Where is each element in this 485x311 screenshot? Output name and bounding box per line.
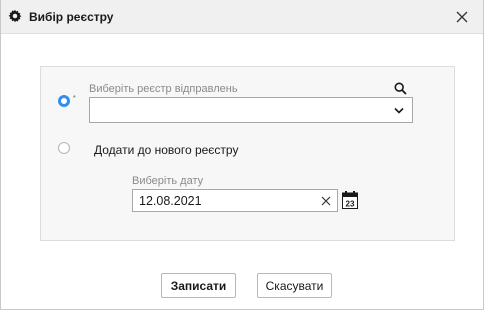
date-field-label: Виберіть дату <box>132 175 204 187</box>
new-registry-label[interactable]: Додати до нового реєстру <box>94 143 238 157</box>
date-value: 12.08.2021 <box>139 194 202 208</box>
search-icon[interactable] <box>394 82 407 95</box>
dialog-title: Вибір реєстру <box>29 10 114 24</box>
close-icon[interactable] <box>455 10 469 24</box>
date-input[interactable]: 12.08.2021 <box>132 189 338 212</box>
title-bar: Вибір реєстру <box>1 0 483 34</box>
registry-dialog: Вибір реєстру * Виберіть реєстр відправл… <box>0 0 484 310</box>
existing-registry-radio[interactable] <box>58 95 70 107</box>
new-registry-radio[interactable] <box>58 142 70 154</box>
save-button[interactable]: Записати <box>161 273 236 298</box>
close-icon[interactable] <box>321 196 331 206</box>
registry-select[interactable] <box>89 97 413 123</box>
cancel-button[interactable]: Скасувати <box>257 273 332 298</box>
registry-field-label: Виберіть реєстр відправлень <box>89 83 238 95</box>
calendar-day: 23 <box>346 200 355 209</box>
chevron-down-icon <box>394 107 404 114</box>
required-mark: * <box>73 95 76 102</box>
gear-icon <box>8 9 22 23</box>
calendar-icon[interactable]: 23 <box>342 191 358 209</box>
